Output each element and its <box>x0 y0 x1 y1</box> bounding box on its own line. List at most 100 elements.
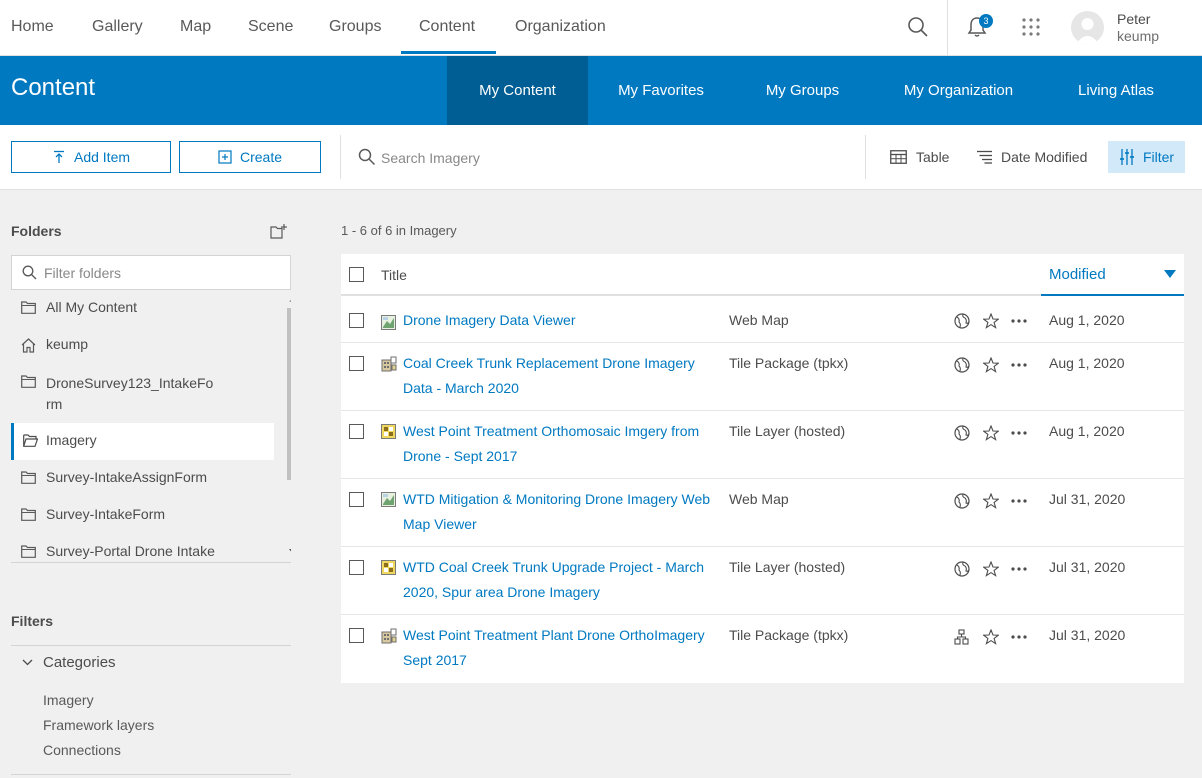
table-row[interactable]: WTD Coal Creek Trunk Upgrade Project - M… <box>341 547 1184 615</box>
sort-button[interactable]: Date Modified <box>977 141 1087 173</box>
folder-icon <box>11 543 46 558</box>
star-icon[interactable] <box>982 492 1000 510</box>
tile-layer-icon <box>381 424 396 439</box>
item-title-link[interactable]: WTD Coal Creek Trunk Upgrade Project - M… <box>403 555 723 605</box>
table-row[interactable]: Drone Imagery Data Viewer Web Map Aug 1,… <box>341 298 1184 343</box>
more-options-icon[interactable] <box>1010 424 1028 442</box>
create-button[interactable]: Create <box>179 141 321 173</box>
nav-groups[interactable]: Groups <box>329 0 381 54</box>
star-icon[interactable] <box>982 312 1000 330</box>
filter-label: Filter <box>1142 149 1175 165</box>
item-title-link[interactable]: Drone Imagery Data Viewer <box>403 308 723 333</box>
tab-my-favorites[interactable]: My Favorites <box>588 56 734 125</box>
tab-living-atlas[interactable]: Living Atlas <box>1046 56 1186 125</box>
item-type: Tile Package (tpkx) <box>729 627 849 643</box>
folder-dronesurvey123-intakeform[interactable]: DroneSurvey123_IntakeFo rm <box>11 373 274 417</box>
column-title-header[interactable]: Title <box>381 267 407 283</box>
folder-survey-intakeform[interactable]: Survey-IntakeForm <box>11 506 274 526</box>
user-name[interactable]: Peter <box>1117 11 1150 27</box>
star-icon[interactable] <box>982 628 1000 646</box>
folder-survey-intakeassignform[interactable]: Survey-IntakeAssignForm <box>11 469 274 489</box>
row-checkbox[interactable] <box>349 356 364 371</box>
globe-icon[interactable] <box>953 356 971 374</box>
add-item-label: Add Item <box>73 149 131 165</box>
filter-sliders-icon <box>1119 149 1134 165</box>
globe-icon[interactable] <box>953 492 971 510</box>
tab-my-groups[interactable]: My Groups <box>734 56 871 125</box>
folder-keump[interactable]: keump <box>11 336 274 356</box>
toolbar-divider <box>865 135 866 179</box>
divider <box>11 645 291 646</box>
folder-label: Survey-IntakeAssignForm <box>46 469 208 485</box>
user-login[interactable]: keump <box>1117 28 1159 44</box>
folder-label: Imagery <box>46 432 97 448</box>
item-title-link[interactable]: Coal Creek Trunk Replacement Drone Image… <box>403 351 723 401</box>
folder-scrollbar[interactable] <box>286 291 291 562</box>
notification-badge: 3 <box>979 14 993 28</box>
item-title-link[interactable]: West Point Treatment Orthomosaic Imgery … <box>403 419 723 469</box>
content-list: Title Modified Drone Imagery Data Viewer… <box>341 254 1184 683</box>
folder-all-my-content[interactable]: All My Content <box>11 299 274 319</box>
item-title-link[interactable]: West Point Treatment Plant Drone OrthoIm… <box>403 623 723 673</box>
folder-label: Survey-Portal Drone Intake <box>46 543 215 559</box>
nav-map[interactable]: Map <box>180 0 211 54</box>
category-imagery[interactable]: Imagery <box>43 692 94 708</box>
row-checkbox[interactable] <box>349 313 364 328</box>
globe-icon[interactable] <box>953 424 971 442</box>
tile-package-icon <box>381 628 397 644</box>
sort-icon <box>977 150 992 164</box>
star-icon[interactable] <box>982 356 1000 374</box>
select-all-checkbox[interactable] <box>349 267 364 282</box>
nav-gallery[interactable]: Gallery <box>92 0 143 54</box>
nav-content[interactable]: Content <box>419 0 475 54</box>
nav-organization[interactable]: Organization <box>515 0 606 54</box>
more-options-icon[interactable] <box>1010 492 1028 510</box>
table-row[interactable]: West Point Treatment Orthomosaic Imgery … <box>341 411 1184 479</box>
nav-home[interactable]: Home <box>11 0 54 54</box>
nav-divider <box>947 0 948 56</box>
view-table-button[interactable]: Table <box>890 141 949 173</box>
category-framework-layers[interactable]: Framework layers <box>43 717 154 733</box>
filter-folders-field[interactable] <box>11 255 291 290</box>
item-title-link[interactable]: WTD Mitigation & Monitoring Drone Imager… <box>403 487 723 537</box>
row-checkbox[interactable] <box>349 424 364 439</box>
avatar[interactable] <box>1071 11 1104 44</box>
folder-survey-portal-drone-intake[interactable]: Survey-Portal Drone Intake <box>11 543 274 562</box>
folder-imagery[interactable]: Imagery <box>11 423 274 460</box>
organization-share-icon[interactable] <box>953 628 971 646</box>
table-row[interactable]: WTD Mitigation & Monitoring Drone Imager… <box>341 479 1184 547</box>
globe-icon[interactable] <box>953 312 971 330</box>
add-item-button[interactable]: Add Item <box>11 141 171 173</box>
table-row[interactable]: West Point Treatment Plant Drone OrthoIm… <box>341 615 1184 683</box>
tab-my-organization[interactable]: My Organization <box>871 56 1046 125</box>
filter-folders-input[interactable] <box>44 264 274 281</box>
filter-button[interactable]: Filter <box>1108 141 1185 173</box>
scrollbar-thumb[interactable] <box>287 308 291 480</box>
row-checkbox[interactable] <box>349 560 364 575</box>
scroll-down-icon[interactable] <box>289 549 291 554</box>
item-modified-date: Jul 31, 2020 <box>1049 491 1126 507</box>
star-icon[interactable] <box>982 424 1000 442</box>
row-checkbox[interactable] <box>349 628 364 643</box>
search-input[interactable] <box>381 147 841 169</box>
more-options-icon[interactable] <box>1010 560 1028 578</box>
globe-icon[interactable] <box>953 560 971 578</box>
star-icon[interactable] <box>982 560 1000 578</box>
new-folder-icon[interactable] <box>270 224 287 244</box>
more-options-icon[interactable] <box>1010 356 1028 374</box>
scroll-up-icon[interactable] <box>289 297 291 302</box>
categories-toggle[interactable]: Categories <box>22 654 116 671</box>
folder-list[interactable]: All My Content keump DroneSurvey123_Inta… <box>11 291 291 563</box>
top-navigation: Home Gallery Map Scene Groups Content Or… <box>0 0 1202 56</box>
category-connections[interactable]: Connections <box>43 742 121 758</box>
more-options-icon[interactable] <box>1010 312 1028 330</box>
app-launcher-icon[interactable] <box>1016 12 1046 42</box>
search-icon[interactable] <box>903 12 933 42</box>
table-icon <box>890 150 907 164</box>
table-row[interactable]: Coal Creek Trunk Replacement Drone Image… <box>341 343 1184 411</box>
tab-my-content[interactable]: My Content <box>447 56 588 125</box>
nav-scene[interactable]: Scene <box>248 0 293 54</box>
row-checkbox[interactable] <box>349 492 364 507</box>
more-options-icon[interactable] <box>1010 628 1028 646</box>
column-modified-header[interactable]: Modified <box>1041 254 1184 296</box>
